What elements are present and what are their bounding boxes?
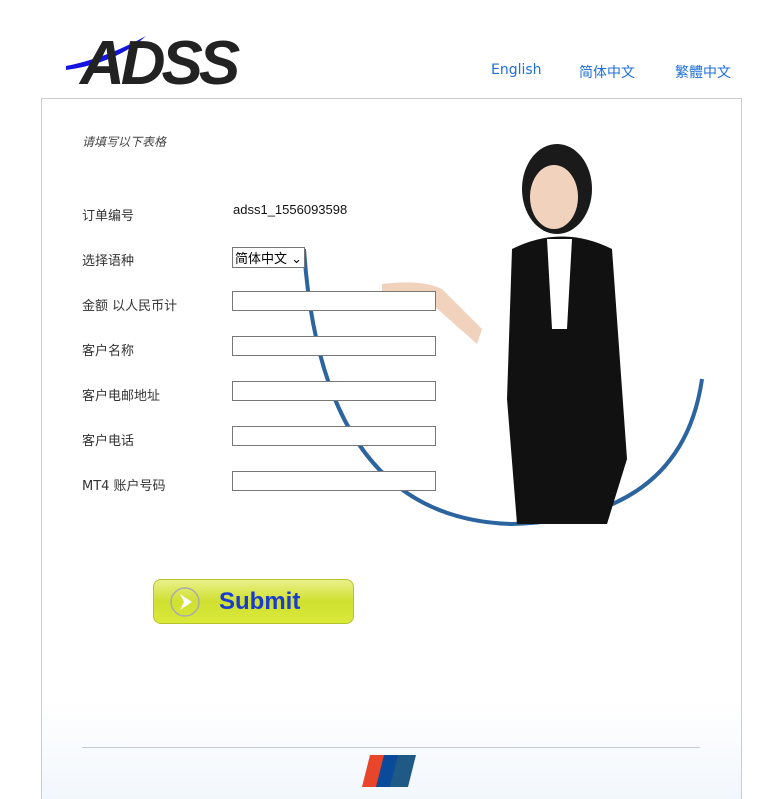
language-label: 选择语种 [82,254,135,269]
mt4-account-input[interactable] [232,471,436,491]
svg-text:ADSS: ADSS [78,29,240,88]
order-number-value: adss1_1556093598 [233,202,348,217]
lang-simplified-link[interactable]: 简体中文 [579,62,635,82]
mt4-account-label: MT4 账户号码 [82,479,166,494]
lang-traditional-link[interactable]: 繁體中文 [675,62,731,82]
customer-phone-label: 客户电话 [82,434,135,449]
customer-email-input[interactable] [232,381,436,401]
submit-label: Submit [219,588,301,615]
form-panel: 请填写以下表格 订单编号 adss1_1556093598 选择语种 简体中文 … [41,98,742,799]
lang-english-link[interactable]: English [491,62,542,78]
amount-input[interactable] [232,291,436,311]
adss-logo: ADSS [66,29,244,88]
arrow-right-icon [170,587,200,617]
submit-button[interactable]: Submit [153,579,354,624]
customer-email-label: 客户电邮地址 [82,389,161,404]
language-select-value: 简体中文 [235,252,288,267]
unionpay-logo [362,755,416,787]
language-select[interactable]: 简体中文 ⌄ [232,247,306,268]
amount-label: 金额 以人民币计 [82,299,178,314]
order-number-label: 订单编号 [82,209,135,224]
customer-name-label: 客户名称 [82,344,135,359]
customer-phone-input[interactable] [232,426,436,446]
chevron-down-icon: ⌄ [291,252,303,267]
form-intro: 请填写以下表格 [82,135,167,149]
footer-divider [82,747,700,748]
customer-name-input[interactable] [232,336,436,356]
hostess-illustration [302,144,704,527]
